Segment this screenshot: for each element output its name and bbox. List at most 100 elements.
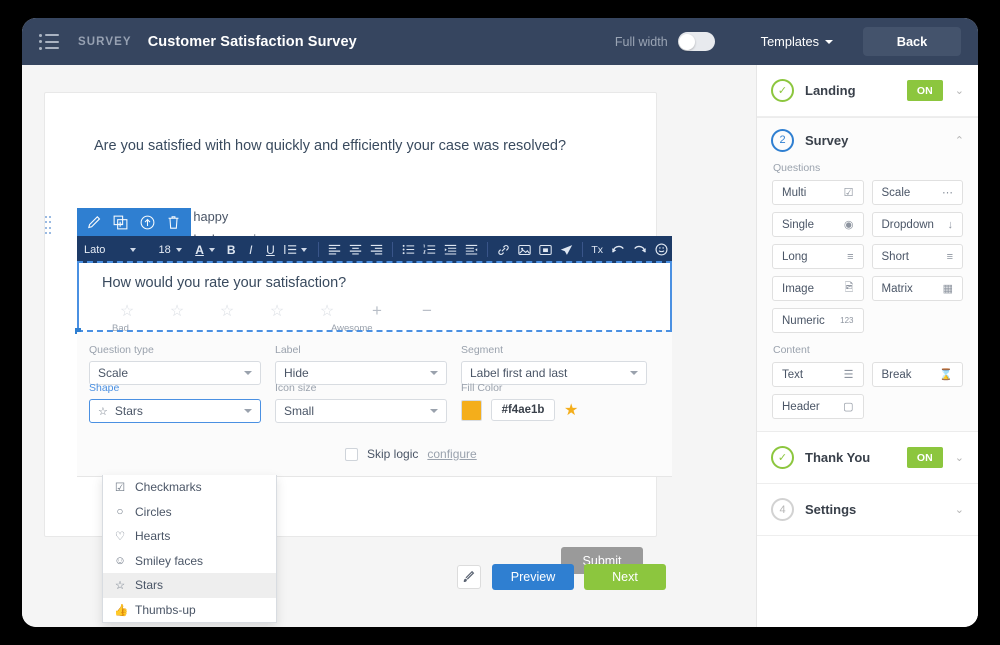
- full-width-toggle[interactable]: [678, 32, 715, 51]
- redo-icon[interactable]: [633, 242, 647, 257]
- icon-size-select[interactable]: Small: [275, 399, 447, 423]
- font-size-select[interactable]: 18: [158, 244, 170, 256]
- chip-break[interactable]: Break ⌛: [872, 362, 964, 387]
- full-width-label: Full width: [615, 35, 668, 49]
- indent-icon[interactable]: [444, 242, 457, 257]
- text-color-icon[interactable]: A: [194, 242, 206, 257]
- sidebar: ✓ Landing ON ⌄ 2 Survey ⌃ Questions Mult…: [756, 65, 978, 627]
- send-icon[interactable]: [560, 242, 573, 257]
- plus-icon[interactable]: +: [352, 301, 402, 321]
- hamburger-list-icon[interactable]: [39, 34, 59, 50]
- dropdown-option-label: Circles: [135, 505, 172, 519]
- chip-label: Header: [782, 401, 820, 413]
- align-left-icon[interactable]: [328, 242, 341, 257]
- chevron-down-icon[interactable]: [209, 248, 215, 252]
- sidebar-step-thank-you[interactable]: ✓ Thank You ON ⌄: [757, 432, 978, 484]
- preview-button[interactable]: Preview: [492, 564, 574, 590]
- back-button[interactable]: Back: [863, 27, 961, 56]
- chip-long[interactable]: Long ≡: [772, 244, 864, 269]
- numbered-list-icon[interactable]: [423, 242, 436, 257]
- content-group-label: Content: [757, 344, 978, 362]
- step-label: Thank You: [805, 450, 870, 465]
- star-outline-icon[interactable]: ☆: [302, 301, 352, 321]
- chevron-down-icon[interactable]: ⌄: [955, 451, 964, 464]
- chip-text[interactable]: Text ☰: [772, 362, 864, 387]
- align-center-icon[interactable]: [349, 242, 362, 257]
- bullet-list-icon[interactable]: [402, 242, 415, 257]
- star-outline-icon[interactable]: ☆: [102, 301, 152, 321]
- chevron-down-icon[interactable]: [130, 248, 136, 252]
- chip-single[interactable]: Single ◉: [772, 212, 864, 237]
- dropdown-option-hearts[interactable]: ♡ Hearts: [103, 524, 276, 549]
- trash-icon[interactable]: [165, 214, 182, 231]
- star-outline-icon[interactable]: ☆: [202, 301, 252, 321]
- line-height-icon[interactable]: [284, 242, 297, 257]
- chip-multi[interactable]: Multi ☑: [772, 180, 864, 205]
- emoji-icon[interactable]: [655, 242, 668, 257]
- drag-handle[interactable]: [45, 216, 52, 234]
- chip-image[interactable]: Image 🖻: [772, 276, 864, 301]
- dropdown-option-checkmarks[interactable]: ☑ Checkmarks: [103, 475, 276, 500]
- minus-icon[interactable]: −: [402, 301, 452, 321]
- bold-button[interactable]: B: [225, 242, 237, 257]
- image-icon: 🖻: [845, 279, 854, 298]
- breadcrumb[interactable]: SURVEY: [78, 36, 132, 48]
- select-value: Label first and last: [470, 366, 567, 380]
- sidebar-step-survey[interactable]: 2 Survey ⌃: [757, 118, 978, 162]
- hex-value-input[interactable]: #f4ae1b: [491, 399, 555, 421]
- move-up-icon[interactable]: [139, 214, 156, 231]
- video-icon[interactable]: [539, 242, 552, 257]
- dropdown-option-label: Thumbs-up: [135, 603, 196, 617]
- dropdown-option-circles[interactable]: ○ Circles: [103, 500, 276, 525]
- chip-numeric[interactable]: Numeric 123: [772, 308, 864, 333]
- sidebar-step-survey-panel: 2 Survey ⌃ Questions Multi ☑ Scale ⋯ S: [757, 117, 978, 432]
- chip-label: Dropdown: [882, 219, 934, 231]
- landing-on-toggle[interactable]: ON: [907, 80, 943, 101]
- check-circle-icon: ✓: [771, 446, 794, 469]
- next-button[interactable]: Next: [584, 564, 666, 590]
- italic-button[interactable]: I: [245, 242, 257, 257]
- chip-label: Break: [882, 369, 912, 381]
- link-icon[interactable]: [497, 242, 510, 257]
- brush-icon[interactable]: [457, 565, 481, 589]
- chevron-up-icon[interactable]: ⌃: [955, 134, 964, 147]
- thank-you-on-toggle[interactable]: ON: [907, 447, 943, 468]
- chip-header[interactable]: Header ▢: [772, 394, 864, 419]
- sidebar-step-settings[interactable]: 4 Settings ⌄: [757, 484, 978, 536]
- color-swatch[interactable]: [461, 400, 482, 421]
- chevron-down-icon[interactable]: [301, 248, 307, 252]
- configure-link[interactable]: configure: [427, 447, 476, 461]
- image-icon[interactable]: [518, 242, 531, 257]
- shape-select[interactable]: ☆ Stars: [89, 399, 261, 423]
- undo-icon[interactable]: [611, 242, 625, 257]
- icon-size-field: Icon size Small: [275, 382, 447, 423]
- sidebar-step-landing[interactable]: ✓ Landing ON ⌄: [757, 65, 978, 117]
- skip-logic-checkbox[interactable]: [345, 448, 358, 461]
- outdent-icon[interactable]: [465, 242, 478, 257]
- chip-dropdown[interactable]: Dropdown ↓: [872, 212, 964, 237]
- align-right-icon[interactable]: [370, 242, 383, 257]
- pencil-icon[interactable]: [86, 214, 103, 231]
- font-family-select[interactable]: Lato: [84, 244, 130, 256]
- chevron-down-icon: [244, 371, 252, 375]
- dropdown-option-smiley-faces[interactable]: ☺ Smiley faces: [103, 549, 276, 574]
- chevron-down-icon[interactable]: ⌄: [955, 84, 964, 97]
- clear-format-icon[interactable]: Tx: [591, 242, 603, 257]
- chevron-down-icon[interactable]: [176, 248, 182, 252]
- dropdown-option-stars[interactable]: ☆ Stars: [103, 573, 276, 598]
- templates-menu[interactable]: Templates: [761, 34, 833, 49]
- duplicate-icon[interactable]: [112, 214, 129, 231]
- dropdown-option-thumbs-up[interactable]: 👍 Thumbs-up: [103, 598, 276, 623]
- dropdown-option-label: Smiley faces: [135, 554, 203, 568]
- star-outline-icon[interactable]: ☆: [252, 301, 302, 321]
- circle-icon: ○: [114, 506, 126, 518]
- step-label: Landing: [805, 83, 856, 98]
- underline-button[interactable]: U: [265, 242, 277, 257]
- chip-label: Matrix: [882, 283, 913, 295]
- chip-matrix[interactable]: Matrix ▦: [872, 276, 964, 301]
- chip-short[interactable]: Short ≡: [872, 244, 964, 269]
- chip-scale[interactable]: Scale ⋯: [872, 180, 964, 205]
- star-outline-icon[interactable]: ☆: [152, 301, 202, 321]
- question-2-editor[interactable]: How would you rate your satisfaction? ☆ …: [77, 263, 672, 330]
- chevron-down-icon[interactable]: ⌄: [955, 503, 964, 516]
